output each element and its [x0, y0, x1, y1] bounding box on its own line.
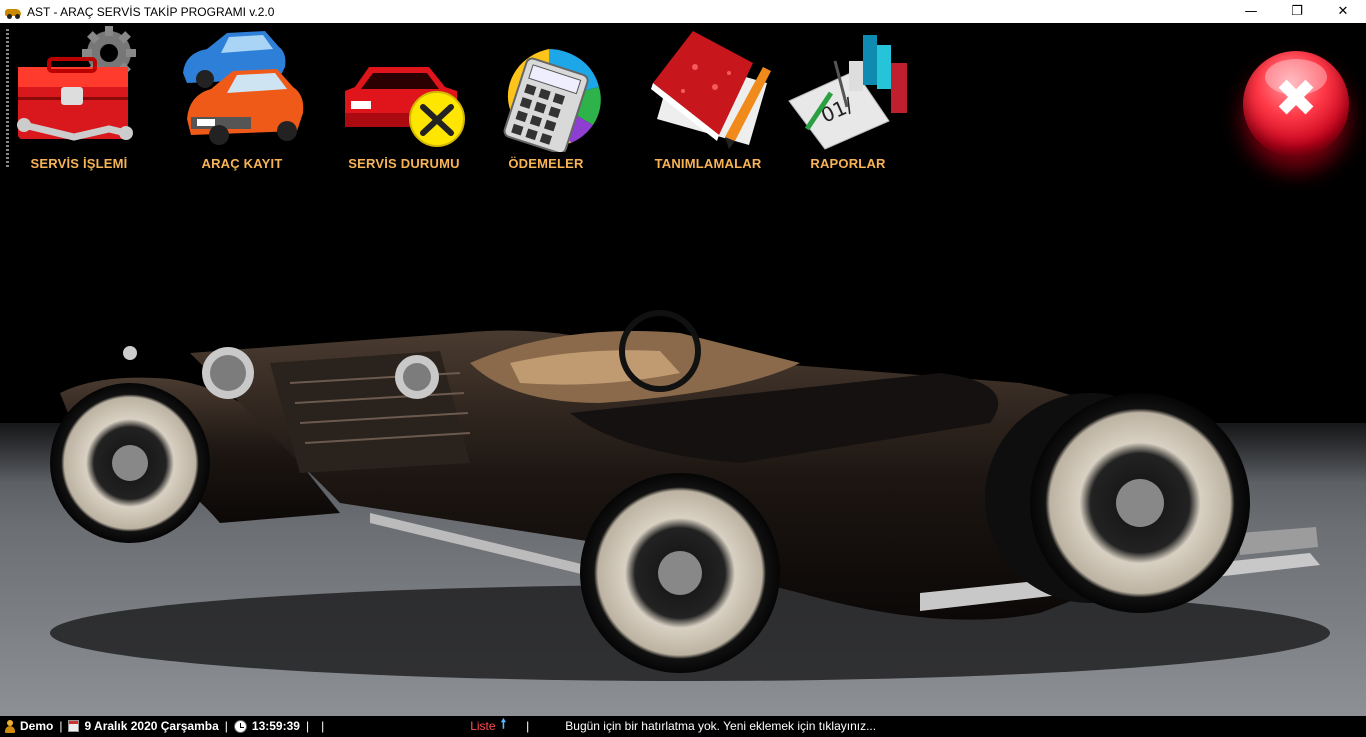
- separator: |: [526, 719, 530, 733]
- clock-icon: [233, 719, 247, 733]
- list-toggle[interactable]: Liste 🠕: [470, 716, 506, 736]
- classic-car-image: [50, 310, 1330, 681]
- separator: |: [224, 719, 228, 733]
- toolbar-label: SERVİS DURUMU: [348, 156, 460, 171]
- title-bar: AST - ARAÇ SERVİS TAKİP PROGRAMI v.2.0 —…: [0, 0, 1366, 23]
- arrow-up-icon: 🠕: [500, 717, 507, 732]
- current-time: 13:59:39: [251, 719, 300, 733]
- separator: |: [59, 719, 63, 733]
- toolbar-servis-durumu[interactable]: SERVİS DURUMU: [329, 23, 479, 183]
- main-area: SERVİS İŞLEMİ ARAÇ KAYIT SERVİS DURUMU Ö…: [0, 23, 1366, 716]
- calendar-icon: [68, 720, 80, 732]
- app-car-icon: [5, 5, 21, 19]
- close-button[interactable]: ✕: [1320, 0, 1366, 23]
- toolbox-gear-icon: [17, 26, 136, 141]
- toolbar-label: ÖDEMELER: [508, 156, 584, 171]
- current-date: 9 Aralık 2020 Çarşamba: [84, 719, 219, 733]
- status-time: 13:59:39: [233, 716, 300, 736]
- toolbar-servis-islemi[interactable]: SERVİS İŞLEMİ: [4, 23, 154, 183]
- toolbar-raporlar[interactable]: 01/ RAPORLAR: [773, 23, 923, 183]
- status-date: 9 Aralık 2020 Çarşamba: [68, 716, 219, 736]
- toolbar-odemeler[interactable]: ÖDEMELER: [471, 23, 621, 183]
- toolbar-label: RAPORLAR: [810, 156, 886, 171]
- notebook-pen-icon: [651, 31, 771, 149]
- calculator-pie-icon: [503, 49, 601, 152]
- separator: |: [305, 719, 310, 733]
- window-controls: — ❐ ✕: [1228, 0, 1366, 23]
- report-chart-icon: 01/: [788, 35, 907, 150]
- toolbar-tanimlamalar[interactable]: TANIMLAMALAR: [633, 23, 783, 183]
- toolbar-label: SERVİS İŞLEMİ: [30, 156, 128, 171]
- minimize-button[interactable]: —: [1228, 0, 1274, 23]
- car-tools-icon: [345, 67, 465, 147]
- restore-button[interactable]: ❐: [1274, 0, 1320, 23]
- toolbar-label: ARAÇ KAYIT: [201, 156, 283, 171]
- list-label: Liste: [470, 719, 496, 733]
- status-bar: Demo | 9 Aralık 2020 Çarşamba | 13:59:39…: [0, 716, 1366, 736]
- reminder-link[interactable]: Bugün için bir hatırlatma yok. Yeni ekle…: [565, 719, 876, 733]
- separator: |: [321, 719, 325, 733]
- user-icon: [4, 719, 16, 733]
- toolbar-label: TANIMLAMALAR: [654, 156, 762, 171]
- exit-button[interactable]: ✖: [1243, 51, 1349, 157]
- cars-icon: [183, 31, 304, 145]
- status-user: Demo: [0, 716, 53, 736]
- exit-x-icon: ✖: [1274, 69, 1318, 129]
- toolbar-arac-kayit[interactable]: ARAÇ KAYIT: [167, 23, 317, 183]
- user-name: Demo: [20, 719, 54, 733]
- window-title: AST - ARAÇ SERVİS TAKİP PROGRAMI v.2.0: [27, 4, 275, 19]
